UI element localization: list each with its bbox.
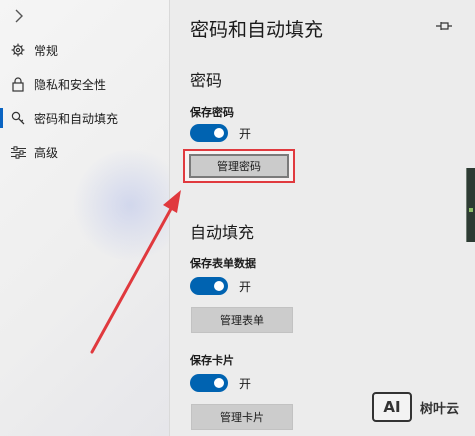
sidebar-item-advanced[interactable]: 高级 [0, 138, 169, 166]
manage-passwords-button[interactable]: 管理密码 [189, 154, 289, 178]
lock-icon [10, 76, 26, 92]
background-blur [70, 150, 169, 260]
watermark-logo: AI [372, 392, 412, 422]
chevron-right-icon[interactable] [10, 7, 28, 25]
sidebar-item-passwords[interactable]: 密码和自动填充 [0, 104, 169, 132]
save-cards-toggle[interactable] [190, 374, 228, 392]
sidebar-item-label: 高级 [34, 145, 59, 160]
toggle-knob [214, 281, 224, 291]
toggle-state-text: 开 [239, 280, 252, 294]
sidebar-item-privacy[interactable]: 隐私和安全性 [0, 70, 169, 98]
save-cards-toggle-row: 开 [190, 374, 310, 392]
save-password-toggle-row: 开 [190, 124, 310, 142]
watermark-text: 树叶云 [420, 402, 460, 417]
save-form-data-label: 保存表单数据 [190, 257, 256, 270]
scrollbar-thumb[interactable] [466, 168, 475, 242]
sidebar-item-general[interactable]: 常规 [0, 36, 169, 64]
toggle-state-text: 开 [239, 127, 252, 141]
key-search-icon [10, 110, 26, 126]
pin-icon[interactable] [434, 18, 454, 34]
settings-pane: 密码和自动填充 密码 保存密码 开 管理密码 自动填充 保存表单数据 开 管理表… [171, 0, 475, 436]
sidebar: 常规 隐私和安全性 密码和自动填充 高级 [0, 0, 170, 436]
sidebar-item-label: 密码和自动填充 [34, 111, 119, 126]
sidebar-item-label: 常规 [34, 43, 59, 58]
save-password-toggle[interactable] [190, 124, 228, 142]
manage-forms-button[interactable]: 管理表单 [191, 307, 293, 333]
manage-passwords-highlight: 管理密码 [183, 149, 295, 183]
manage-cards-button[interactable]: 管理卡片 [191, 404, 293, 430]
gear-icon [10, 42, 26, 58]
password-section-title: 密码 [190, 71, 223, 90]
sidebar-item-label: 隐私和安全性 [34, 77, 107, 92]
page-title: 密码和自动填充 [190, 19, 324, 41]
save-password-label: 保存密码 [190, 106, 234, 119]
toggle-knob [214, 378, 224, 388]
watermark: AI 树叶云 [372, 392, 472, 422]
toggle-state-text: 开 [239, 377, 252, 391]
autofill-section-title: 自动填充 [190, 223, 255, 242]
save-form-data-toggle-row: 开 [190, 277, 310, 295]
save-form-data-toggle[interactable] [190, 277, 228, 295]
save-cards-label: 保存卡片 [190, 354, 234, 367]
sliders-icon [10, 144, 26, 160]
active-indicator [0, 108, 3, 128]
toggle-knob [214, 128, 224, 138]
